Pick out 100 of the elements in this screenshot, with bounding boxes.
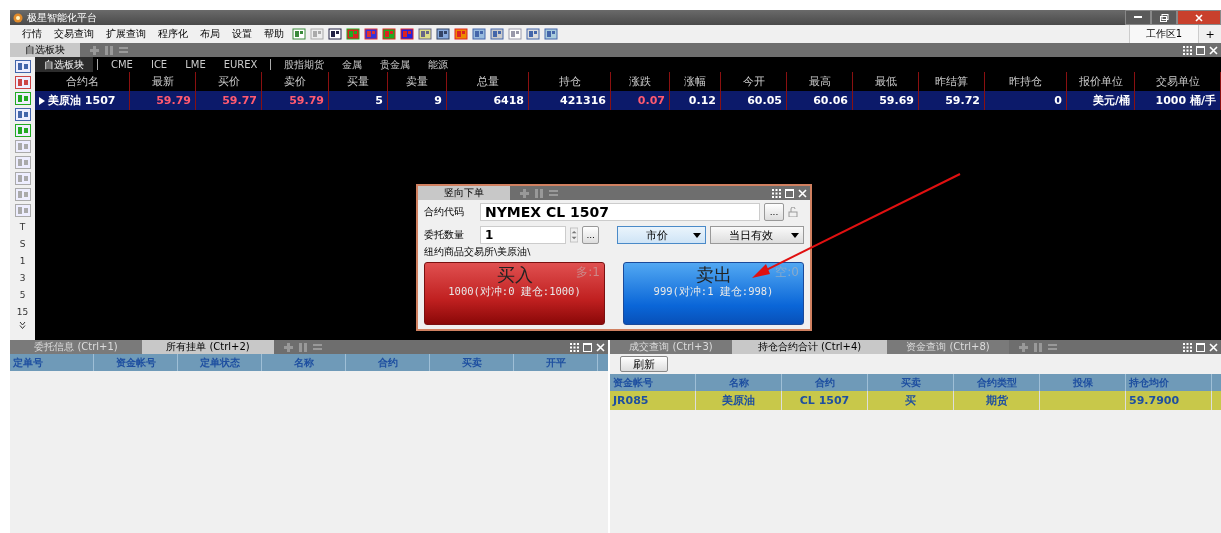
buy-button[interactable]: 买入 多:1 1000(对冲:0 建仓:1000) (424, 261, 605, 325)
tool-icon[interactable] (14, 76, 31, 89)
quote-row[interactable]: 美原油 1507 59.79 59.77 59.79 5 9 6418 421316 0.07 0.12 60.05 60.06 59.69 59.72 0 美元/桶 1000 桶/手 (35, 91, 1221, 110)
quote-cell: 59.79 (262, 91, 329, 110)
quote-cell: 美元/桶 (1067, 91, 1135, 110)
browse-button[interactable]: ... (582, 226, 600, 244)
menu-item[interactable]: 行情 (16, 27, 48, 41)
toolbar-icon[interactable] (400, 27, 414, 41)
close-icon[interactable] (1209, 45, 1218, 55)
toolbar-icon[interactable] (364, 27, 378, 41)
menu-item[interactable]: 帮助 (258, 27, 290, 41)
pause-icon (535, 188, 543, 198)
quote-cell: 59.72 (919, 91, 985, 110)
column-header: 资金帐号 (610, 374, 696, 391)
quote-cell: 美原油 1507 (35, 91, 130, 110)
window-title: 极星智能化平台 (27, 10, 97, 25)
quote-cell: 60.06 (787, 91, 853, 110)
quantity-field[interactable]: 1 (480, 226, 566, 244)
maximize-icon[interactable] (1196, 45, 1205, 55)
period-button[interactable]: 15 (16, 305, 29, 319)
menu-item[interactable]: 设置 (226, 27, 258, 41)
caret-icon (693, 232, 701, 238)
menu-item[interactable]: 交易查询 (48, 27, 100, 41)
pause-icon (299, 342, 307, 352)
contract-field[interactable]: NYMEX CL 1507 (480, 203, 760, 221)
menu-item[interactable]: 扩展查询 (100, 27, 152, 41)
quote-cell: 59.77 (196, 91, 262, 110)
close-icon[interactable] (596, 342, 605, 352)
period-button[interactable]: S (19, 237, 26, 251)
menu-icon (313, 342, 322, 352)
market-tab[interactable]: 股指期货 (275, 57, 334, 72)
quote-cell: 1000 桶/手 (1135, 91, 1221, 110)
period-button[interactable]: 1 (19, 254, 26, 268)
quote-cell: 59.69 (853, 91, 919, 110)
sell-button[interactable]: 卖出 空:0 999(对冲:1 建仓:998) (623, 261, 804, 325)
period-button[interactable]: 5 (19, 288, 26, 302)
table-row[interactable]: JR085 美原油 CL 1507 买 期货 59.7900 (610, 391, 1221, 410)
toolbar-icon[interactable] (328, 27, 342, 41)
workspace-tab[interactable]: 工作区1 (1129, 25, 1199, 43)
grid-icon[interactable] (1183, 342, 1192, 352)
quote-cell: 59.79 (130, 91, 196, 110)
market-tab[interactable]: ICE (141, 57, 177, 72)
panel-tab[interactable]: 所有挂单 (Ctrl+2) (142, 340, 274, 354)
close-icon[interactable] (798, 188, 807, 198)
restore-button[interactable] (1151, 10, 1177, 25)
quote-cell: 0 (985, 91, 1067, 110)
period-button[interactable]: T (19, 220, 26, 234)
close-icon[interactable] (1209, 342, 1218, 352)
market-tab[interactable]: 能源 (419, 57, 458, 72)
quote-cell: 6418 (447, 91, 529, 110)
column-header: 持仓均价 (1126, 374, 1212, 391)
market-tab[interactable]: LME (176, 57, 215, 72)
quote-cell: 60.05 (721, 91, 787, 110)
grid-icon[interactable] (772, 188, 781, 198)
browse-button[interactable]: ... (764, 203, 784, 221)
pause-icon (105, 45, 113, 55)
market-tab[interactable]: 金属 (333, 57, 372, 72)
quote-cell: 0.12 (670, 91, 721, 110)
panel-tab[interactable]: 持仓合约合计 (Ctrl+4) (732, 340, 887, 354)
lock-icon (788, 207, 798, 217)
plus-icon (1019, 342, 1028, 352)
refresh-button[interactable]: 刷新 (620, 356, 668, 372)
menu-item[interactable]: 布局 (194, 27, 226, 41)
market-tab[interactable]: EUREX (214, 57, 267, 72)
chevron-down-icon[interactable] (19, 322, 26, 329)
caret-icon (791, 232, 799, 238)
market-tab[interactable]: 贵金属 (371, 57, 420, 72)
tool-icon[interactable] (14, 124, 31, 137)
maximize-icon[interactable] (785, 188, 794, 198)
minimize-button[interactable] (1125, 10, 1151, 25)
menu-icon (549, 188, 558, 198)
price-type-dropdown[interactable]: 市价 (617, 226, 706, 244)
market-tab[interactable]: 自选板块 (35, 57, 93, 72)
row-pointer-icon (39, 96, 45, 105)
grid-icon[interactable] (1183, 45, 1192, 55)
tool-icon[interactable] (14, 92, 31, 105)
field-label: 合约代码 (424, 205, 465, 219)
dialog-title: 竖向下单 (418, 186, 510, 200)
market-tab[interactable]: CME (102, 57, 142, 72)
tool-icon[interactable] (14, 108, 31, 121)
period-button[interactable]: 3 (19, 271, 26, 285)
add-tab-button[interactable]: + (1199, 27, 1221, 41)
menu-icon (119, 45, 128, 55)
toolbar-icon[interactable] (436, 27, 450, 41)
tool-icon[interactable] (14, 60, 31, 73)
panel-tab[interactable]: 自选板块 (10, 43, 80, 57)
column-header: 定单号 (10, 354, 94, 371)
field-label: 委托数量 (424, 228, 465, 242)
maximize-icon[interactable] (1196, 342, 1205, 352)
table-cell: 59.7900 (1126, 391, 1212, 410)
close-icon (1195, 13, 1203, 22)
plus-icon (520, 188, 529, 198)
spinner-icon[interactable] (570, 226, 579, 244)
validity-dropdown[interactable]: 当日有效 (710, 226, 804, 244)
plus-icon (284, 342, 293, 352)
maximize-icon[interactable] (583, 342, 592, 352)
grid-icon[interactable] (570, 342, 579, 352)
app-logo-icon (13, 12, 23, 23)
quote-cell: 9 (388, 91, 447, 110)
menu-item[interactable]: 程序化 (152, 27, 194, 41)
